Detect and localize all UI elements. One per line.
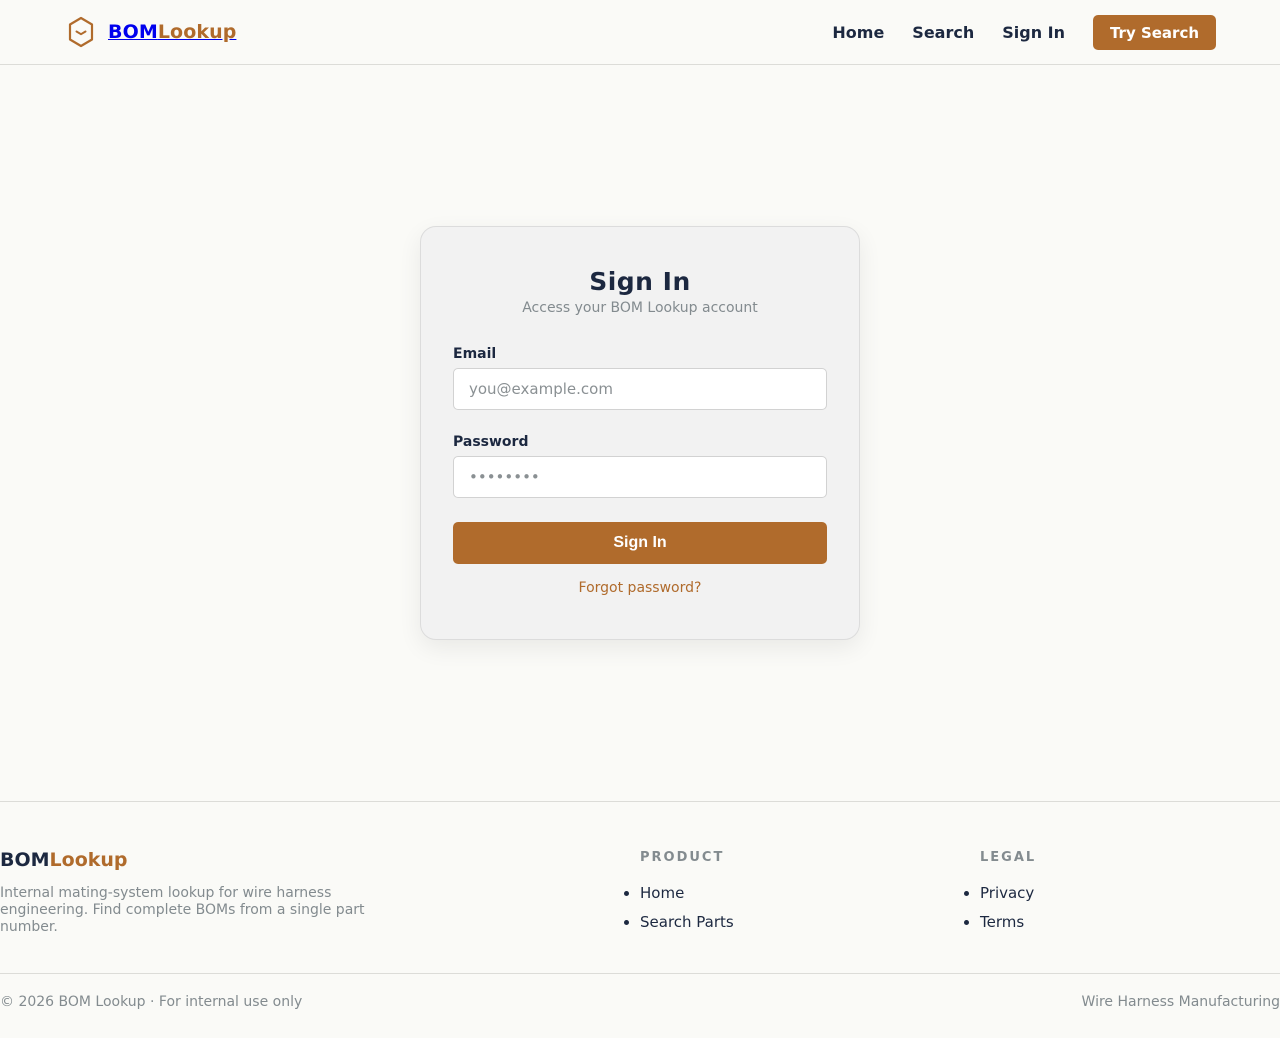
sign-in-title: Sign In — [589, 267, 691, 296]
site-header: BOMLookup Home Search Sign In Try Search — [0, 0, 1280, 65]
try-search-button[interactable]: Try Search — [1093, 15, 1216, 50]
brand-name: BOMLookup — [108, 21, 236, 43]
footer-divider — [0, 801, 1280, 802]
footer-bottom-divider — [0, 973, 1280, 974]
footer-link-privacy[interactable]: Privacy — [980, 884, 1034, 902]
footer-product-links: Home Search Parts — [640, 879, 734, 937]
footer-link-search-parts[interactable]: Search Parts — [640, 913, 734, 931]
list-item: Privacy — [980, 879, 1036, 908]
footer-link-terms[interactable]: Terms — [980, 913, 1024, 931]
main-nav: Home Search Sign In Try Search — [832, 15, 1216, 50]
footer-legal-links: Privacy Terms — [980, 879, 1036, 937]
footer-link-home[interactable]: Home — [640, 884, 684, 902]
password-field[interactable] — [453, 456, 827, 498]
email-field[interactable] — [453, 368, 827, 410]
nav-link-search[interactable]: Search — [912, 23, 974, 42]
copyright-text: © 2026 BOM Lookup · For internal use onl… — [0, 994, 303, 1010]
footer-brand-part2: Lookup — [49, 849, 128, 871]
sign-in-submit-button[interactable]: Sign In — [453, 522, 827, 564]
footer-tagline: Wire Harness Manufacturing — [1081, 994, 1280, 1010]
brand-name-part1: BOM — [108, 21, 158, 43]
list-item: Home — [640, 879, 734, 908]
sign-in-card: Sign In Access your BOM Lookup account E… — [420, 226, 860, 640]
nav-link-home[interactable]: Home — [832, 23, 884, 42]
forgot-password-link[interactable]: Forgot password? — [453, 580, 827, 596]
footer-product-title: PRODUCT — [640, 850, 725, 865]
brand-logo-link[interactable]: BOMLookup — [68, 16, 236, 48]
password-label: Password — [453, 434, 529, 450]
email-label: Email — [453, 346, 497, 362]
nav-link-sign-in[interactable]: Sign In — [1002, 23, 1065, 42]
footer-column-product: PRODUCT Home Search Parts — [640, 850, 734, 937]
footer-description: Internal mating-system lookup for wire h… — [0, 885, 365, 935]
brand-name-part2: Lookup — [157, 21, 237, 43]
footer-brand: BOMLookup — [0, 849, 128, 871]
sign-in-subtitle: Access your BOM Lookup account — [522, 300, 758, 316]
hexagon-logo-icon — [68, 16, 94, 48]
footer-column-legal: LEGAL Privacy Terms — [980, 850, 1036, 937]
footer-legal-title: LEGAL — [980, 850, 1037, 865]
list-item: Terms — [980, 908, 1036, 937]
list-item: Search Parts — [640, 908, 734, 937]
footer-brand-part1: BOM — [0, 849, 50, 871]
